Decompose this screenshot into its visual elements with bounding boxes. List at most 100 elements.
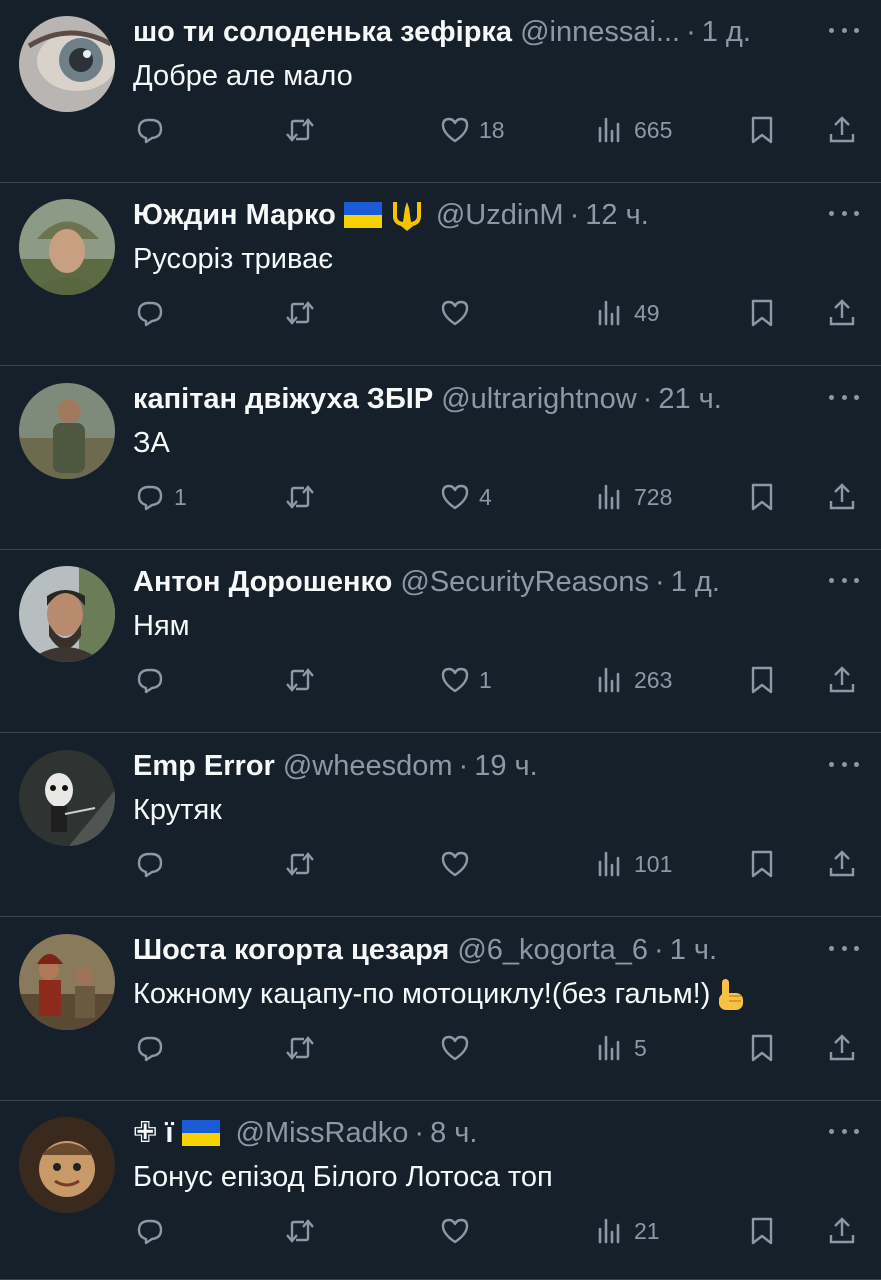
tweet[interactable]: шо ти солоденька зефірка @innessai... · … [0,0,881,183]
display-name[interactable]: капітан двіжуха ЗБІР [133,381,433,417]
separator-dot: · [686,16,696,48]
like-button[interactable]: 18 [439,108,505,152]
share-button[interactable] [826,475,858,519]
views-button[interactable]: 665 [594,108,672,152]
ukraine-flag-emoji [343,202,382,228]
display-name[interactable]: Emp Error [133,748,275,784]
display-name[interactable]: Антон Дорошенко [133,564,392,600]
retweet-button[interactable] [284,1209,316,1253]
bookmark-button[interactable] [746,1026,778,1070]
tweet-text: ЗА [133,427,170,459]
user-handle[interactable]: @ultrarightnow [441,381,636,417]
views-button[interactable]: 5 [594,1026,647,1070]
reply-button[interactable] [134,108,174,152]
reply-button[interactable]: 1 [134,475,187,519]
tweet[interactable]: капітан двіжуха ЗБІР @ultrarightnow · 21… [0,367,881,550]
avatar[interactable] [19,934,115,1030]
more-icon[interactable] [829,1119,859,1143]
display-name[interactable]: шо ти солоденька зефірка [133,14,512,50]
bookmark-button[interactable] [746,842,778,886]
retweet-button[interactable] [284,291,316,335]
reply-button[interactable] [134,291,174,335]
reply-button[interactable] [134,658,174,702]
views-button[interactable]: 101 [594,842,672,886]
share-button[interactable] [826,1209,858,1253]
reply-count: 1 [174,483,187,510]
reply-button[interactable] [134,1209,174,1253]
display-name[interactable]: Шоста когорта цезаря [133,932,449,968]
more-icon[interactable] [829,936,859,960]
tweet[interactable]: Юждин Марко @UzdinM · 12 ч. Русоріз трив… [0,183,881,366]
user-handle[interactable]: @innessai... [520,14,680,50]
more-icon[interactable] [829,568,859,592]
views-icon [594,1215,626,1247]
views-button[interactable]: 21 [594,1209,660,1253]
reply-icon [134,848,166,880]
like-button[interactable] [439,1026,479,1070]
avatar[interactable] [19,199,115,295]
more-icon[interactable] [829,18,859,42]
avatar[interactable] [19,383,115,479]
like-button[interactable]: 4 [439,475,492,519]
tweet[interactable]: ✙ ї @MissRadko · 8 ч. Бонус епізод Білог… [0,1101,881,1280]
like-button[interactable] [439,291,479,335]
bookmark-button[interactable] [746,658,778,702]
like-count: 4 [479,483,492,510]
retweet-button[interactable] [284,475,316,519]
share-button[interactable] [826,842,858,886]
bookmark-icon [746,1215,778,1247]
bookmark-button[interactable] [746,108,778,152]
user-handle[interactable]: @wheesdom [283,748,453,784]
tweet[interactable]: Антон Дорошенко @SecurityReasons · 1 д. … [0,550,881,733]
avatar[interactable] [19,16,115,112]
timestamp[interactable]: 21 ч. [658,381,721,417]
share-button[interactable] [826,658,858,702]
like-button[interactable] [439,842,479,886]
user-handle[interactable]: @MissRadko [236,1115,409,1151]
views-button[interactable]: 728 [594,475,672,519]
more-icon[interactable] [829,201,859,225]
bookmark-button[interactable] [746,1209,778,1253]
avatar[interactable] [19,1117,115,1213]
user-handle[interactable]: @6_kogorta_6 [457,932,648,968]
timestamp[interactable]: 12 ч. [585,197,648,233]
timestamp[interactable]: 1 д. [671,564,720,600]
views-button[interactable]: 49 [594,291,660,335]
retweet-button[interactable] [284,1026,316,1070]
timestamp[interactable]: 19 ч. [474,748,537,784]
like-button[interactable] [439,1209,479,1253]
views-icon [594,1032,626,1064]
separator-dot: · [654,934,664,966]
timestamp[interactable]: 1 д. [702,14,751,50]
tweet-text: Добре але мало [133,60,353,92]
tweet[interactable]: Шоста когорта цезаря @6_kogorta_6 · 1 ч.… [0,918,881,1101]
retweet-button[interactable] [284,842,316,886]
views-button[interactable]: 263 [594,658,672,702]
like-button[interactable]: 1 [439,658,492,702]
reply-button[interactable] [134,842,174,886]
more-icon[interactable] [829,752,859,776]
user-handle[interactable]: @UzdinM [436,197,564,233]
like-count: 18 [479,116,505,143]
share-button[interactable] [826,108,858,152]
tweet-actions: 21 [0,1209,881,1253]
bookmark-button[interactable] [746,475,778,519]
tweet[interactable]: Emp Error @wheesdom · 19 ч. Крутяк 101 [0,734,881,917]
retweet-button[interactable] [284,108,316,152]
timestamp[interactable]: 1 ч. [670,932,717,968]
user-handle[interactable]: @SecurityReasons [400,564,649,600]
share-button[interactable] [826,1026,858,1070]
display-name[interactable]: ✙ ї [133,1115,174,1151]
timestamp[interactable]: 8 ч. [430,1115,477,1151]
tweet-text: Ням [133,610,190,642]
avatar[interactable] [19,566,115,662]
retweet-button[interactable] [284,658,316,702]
separator-dot: · [569,199,580,231]
bookmark-button[interactable] [746,291,778,335]
display-name[interactable]: Юждин Марко [133,197,336,233]
avatar[interactable] [19,750,115,846]
separator-dot: · [458,750,469,782]
reply-button[interactable] [134,1026,174,1070]
share-button[interactable] [826,291,858,335]
more-icon[interactable] [829,385,859,409]
